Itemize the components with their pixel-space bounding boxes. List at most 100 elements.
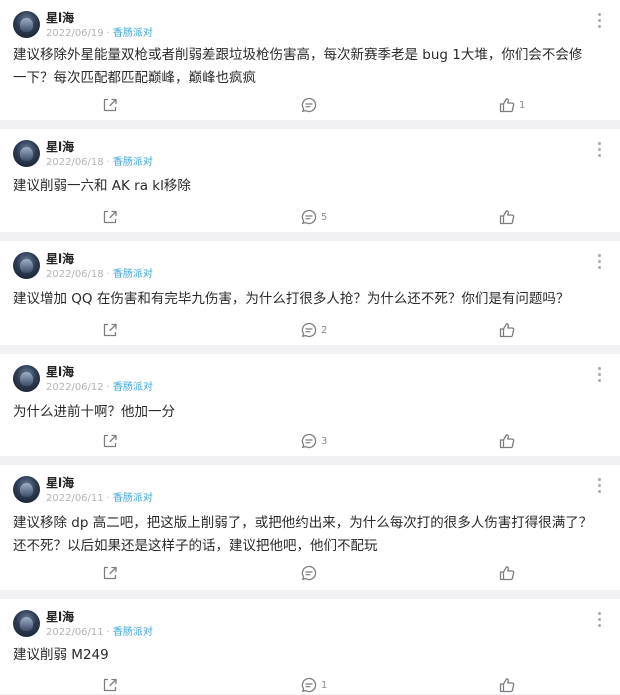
comment-button[interactable] [300, 563, 321, 583]
post-card[interactable]: 星l海 2022/06/19 · 香肠派对 建议移除外星能量双枪或者削弱差跟垃圾枪伤… [0, 0, 620, 120]
post-card[interactable]: 星l海 2022/06/11 · 香肠派对 建议移除 dp 高二吧，把这版上削弱了，… [0, 465, 620, 590]
post-content: 建议削弱一六和 AK ra kl移除 [13, 175, 604, 198]
post-card[interactable]: 星l海 2022/06/11 · 香肠派对 建议削弱 M249 1 [0, 599, 620, 694]
comment-button[interactable]: 1 [300, 675, 327, 695]
share-icon [103, 210, 117, 224]
share-button[interactable] [101, 95, 119, 115]
post-meta: 2022/06/18 · 香肠派对 [46, 156, 153, 169]
game-tag[interactable]: 香肠派对 [113, 493, 153, 504]
more-options-icon[interactable] [598, 13, 602, 28]
content-line: 还不死？以后如果还是这样子的话，建议把他吧，他们不配玩 [13, 538, 378, 554]
share-button[interactable] [101, 675, 119, 695]
post-date: 2022/06/11 [46, 493, 104, 504]
share-icon [103, 434, 117, 448]
post-meta: 2022/06/11 · 香肠派对 [46, 492, 153, 505]
post-content: 建议移除外星能量双枪或者削弱差跟垃圾枪伤害高，每次新赛季老是 bug 1大堆，你… [13, 44, 604, 90]
post-card[interactable]: 星l海 2022/06/12 · 香肠派对 为什么进前十啊？他加一分 3 [0, 354, 620, 456]
comment-icon [301, 565, 317, 581]
game-tag[interactable]: 香肠派对 [113, 382, 153, 393]
post-actions: 1 [0, 95, 620, 115]
thumbs-up-icon [499, 678, 515, 693]
avatar[interactable] [13, 476, 40, 503]
game-tag[interactable]: 香肠派对 [113, 28, 153, 39]
thumbs-up-icon [499, 210, 515, 225]
post-actions: 5 [0, 207, 620, 227]
content-line: 建议削弱 M249 [13, 647, 109, 663]
meta-separator: · [106, 493, 110, 504]
more-options-icon[interactable] [598, 254, 602, 269]
game-tag[interactable]: 香肠派对 [113, 627, 153, 638]
avatar[interactable] [13, 11, 40, 38]
like-button[interactable] [498, 320, 519, 340]
post-content: 建议移除 dp 高二吧，把这版上削弱了，或把他约出来，为什么每次打的很多人伤害打… [13, 512, 604, 558]
comment-count: 2 [321, 324, 328, 336]
more-options-icon[interactable] [598, 478, 602, 493]
post-meta: 2022/06/12 · 香肠派对 [46, 381, 153, 394]
post-actions: 2 [0, 320, 620, 340]
share-icon [103, 566, 117, 580]
post-meta: 2022/06/18 · 香肠派对 [46, 268, 153, 281]
username[interactable]: 星l海 [46, 476, 74, 491]
post-content: 为什么进前十啊？他加一分 [13, 401, 604, 424]
thumbs-up-icon [499, 434, 515, 449]
meta-separator: · [106, 382, 110, 393]
more-options-icon[interactable] [598, 612, 602, 627]
username[interactable]: 星l海 [46, 11, 74, 26]
avatar[interactable] [13, 252, 40, 279]
post-card[interactable]: 星l海 2022/06/18 · 香肠派对 建议增加 QQ 在伤害和有完毕九伤害，为… [0, 241, 620, 345]
comment-button[interactable] [300, 95, 321, 115]
comment-icon [301, 97, 317, 113]
like-count: 1 [519, 99, 526, 111]
username[interactable]: 星l海 [46, 365, 74, 380]
like-button[interactable] [498, 207, 519, 227]
thumbs-up-icon [499, 323, 515, 338]
post-meta: 2022/06/19 · 香肠派对 [46, 27, 153, 40]
comment-button[interactable]: 5 [300, 207, 327, 227]
post-content: 建议增加 QQ 在伤害和有完毕九伤害，为什么打很多人抢？为什么还不死？你们是有问… [13, 288, 604, 311]
post-actions: 1 [0, 675, 620, 695]
post-card[interactable]: 星l海 2022/06/18 · 香肠派对 建议削弱一六和 AK ra kl移除 5 [0, 129, 620, 232]
game-tag[interactable]: 香肠派对 [113, 269, 153, 280]
meta-separator: · [106, 28, 110, 39]
meta-separator: · [106, 269, 110, 280]
post-date: 2022/06/12 [46, 382, 104, 393]
content-line: 为什么进前十啊？他加一分 [13, 404, 175, 420]
content-line: 一下？每次匹配都匹配巅峰，巅峰也疯疯 [13, 70, 256, 86]
comment-icon [301, 209, 317, 225]
share-button[interactable] [101, 207, 119, 227]
avatar[interactable] [13, 610, 40, 637]
post-date: 2022/06/18 [46, 269, 104, 280]
share-button[interactable] [101, 431, 119, 451]
avatar[interactable] [13, 365, 40, 392]
post-date: 2022/06/11 [46, 627, 104, 638]
username[interactable]: 星l海 [46, 140, 74, 155]
game-tag[interactable]: 香肠派对 [113, 157, 153, 168]
more-options-icon[interactable] [598, 367, 602, 382]
content-line: 建议移除外星能量双枪或者削弱差跟垃圾枪伤害高，每次新赛季老是 bug 1大堆，你… [13, 47, 583, 63]
post-content: 建议削弱 M249 [13, 644, 604, 667]
like-button[interactable] [498, 563, 519, 583]
more-options-icon[interactable] [598, 142, 602, 157]
username[interactable]: 星l海 [46, 252, 74, 267]
comment-count: 5 [321, 211, 328, 223]
share-button[interactable] [101, 320, 119, 340]
thumbs-up-icon [499, 566, 515, 581]
content-line: 建议移除 dp 高二吧，把这版上削弱了，或把他约出来，为什么每次打的很多人伤害打… [13, 515, 593, 531]
post-actions: 3 [0, 431, 620, 451]
comment-button[interactable]: 3 [300, 431, 327, 451]
post-feed: 星l海 2022/06/19 · 香肠派对 建议移除外星能量双枪或者削弱差跟垃圾枪伤… [0, 0, 620, 694]
comment-button[interactable]: 2 [300, 320, 327, 340]
share-button[interactable] [101, 563, 119, 583]
comment-icon [301, 322, 317, 338]
share-icon [103, 678, 117, 692]
content-line: 建议增加 QQ 在伤害和有完毕九伤害，为什么打很多人抢？为什么还不死？你们是有问… [13, 291, 570, 307]
comment-icon [301, 433, 317, 449]
post-actions [0, 563, 620, 583]
meta-separator: · [106, 627, 110, 638]
username[interactable]: 星l海 [46, 610, 74, 625]
avatar[interactable] [13, 140, 40, 167]
like-button[interactable]: 1 [498, 95, 525, 115]
like-button[interactable] [498, 675, 519, 695]
post-date: 2022/06/18 [46, 157, 104, 168]
like-button[interactable] [498, 431, 519, 451]
